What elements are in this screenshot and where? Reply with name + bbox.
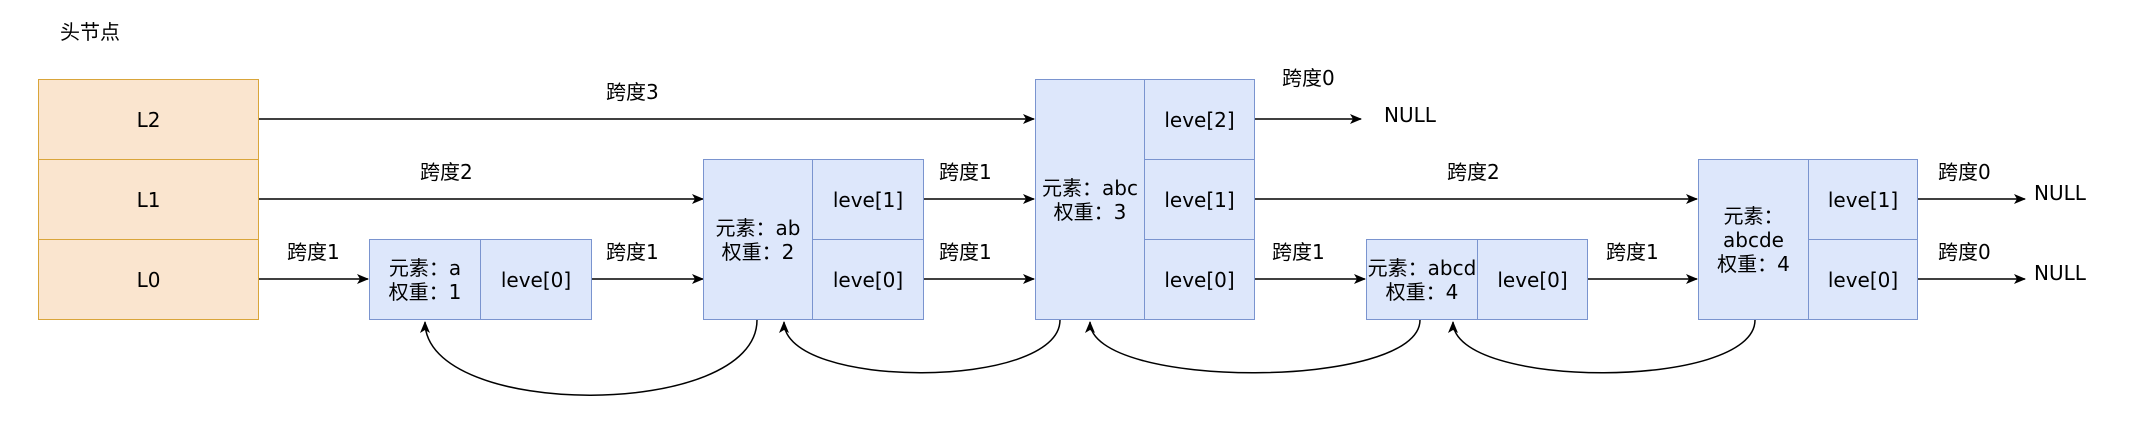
span-label-l0-abcd: 跨度1 — [1606, 240, 1659, 264]
backward-arrow-abc-to-ab — [779, 319, 1061, 374]
node-a-element: 元素：a — [388, 255, 462, 280]
node-abcde-element: 元素： — [1723, 203, 1784, 228]
node-abcde-info: 元素： abcde 权重：4 — [1698, 159, 1809, 320]
span-label-l1-abc: 跨度2 — [1447, 160, 1500, 184]
head-level-l0: L0 — [38, 239, 259, 320]
null-label-l2: NULL — [1384, 103, 1436, 127]
node-abc-info: 元素：abc 权重：3 — [1035, 79, 1145, 320]
node-abcd-weight: 权重：4 — [1385, 279, 1459, 304]
span-label-l1-head: 跨度2 — [420, 160, 473, 184]
node-abcde-level0: leve[0] — [1808, 239, 1918, 320]
span-label-l2-tail: 跨度0 — [1282, 66, 1335, 90]
node-abcde-weight: 权重：4 — [1717, 251, 1790, 276]
diagram-title: 头节点 — [60, 20, 120, 44]
backward-arrow-abcd-to-abc — [1085, 319, 1421, 374]
backward-arrow-abcde-to-abcd — [1448, 319, 1756, 374]
node-abcd-level0: leve[0] — [1477, 239, 1588, 320]
node-abc-element: 元素：abc — [1042, 175, 1138, 200]
backward-arrow-ab-to-a — [420, 319, 758, 396]
node-a-level0: leve[0] — [480, 239, 592, 320]
node-abcd-element: 元素：abcd — [1367, 255, 1477, 280]
span-label-l0-a: 跨度1 — [606, 240, 659, 264]
node-abc-weight: 权重：3 — [1053, 199, 1127, 224]
null-label-l1: NULL — [2034, 181, 2086, 205]
node-abc-level1: leve[1] — [1144, 159, 1255, 240]
node-abcde-level1: leve[1] — [1808, 159, 1918, 240]
node-a-weight: 权重：1 — [388, 279, 462, 304]
span-label-l0-abc: 跨度1 — [1272, 240, 1325, 264]
span-label-l0-tail: 跨度0 — [1938, 240, 1991, 264]
node-ab-level1: leve[1] — [812, 159, 924, 240]
span-label-l0-ab: 跨度1 — [939, 240, 992, 264]
head-level-l1: L1 — [38, 159, 259, 240]
node-abcd-info: 元素：abcd 权重：4 — [1366, 239, 1478, 320]
span-label-l2-head: 跨度3 — [606, 80, 659, 104]
node-abcde-element-value: abcde — [1723, 227, 1784, 252]
span-label-l1-tail: 跨度0 — [1938, 160, 1991, 184]
node-ab-weight: 权重：2 — [721, 239, 795, 264]
node-ab-element: 元素：ab — [715, 215, 801, 240]
span-label-l1-ab: 跨度1 — [939, 160, 992, 184]
node-a-info: 元素：a 权重：1 — [369, 239, 481, 320]
node-ab-info: 元素：ab 权重：2 — [703, 159, 813, 320]
node-abc-level2: leve[2] — [1144, 79, 1255, 160]
node-abc-level0: leve[0] — [1144, 239, 1255, 320]
skiplist-diagram: 头节点 L2 L1 L0 元素：a 权重：1 leve[0] 元素：ab 权重：… — [0, 0, 2134, 430]
span-label-l0-head: 跨度1 — [287, 240, 340, 264]
null-label-l0: NULL — [2034, 261, 2086, 285]
node-ab-level0: leve[0] — [812, 239, 924, 320]
head-level-l2: L2 — [38, 79, 259, 160]
